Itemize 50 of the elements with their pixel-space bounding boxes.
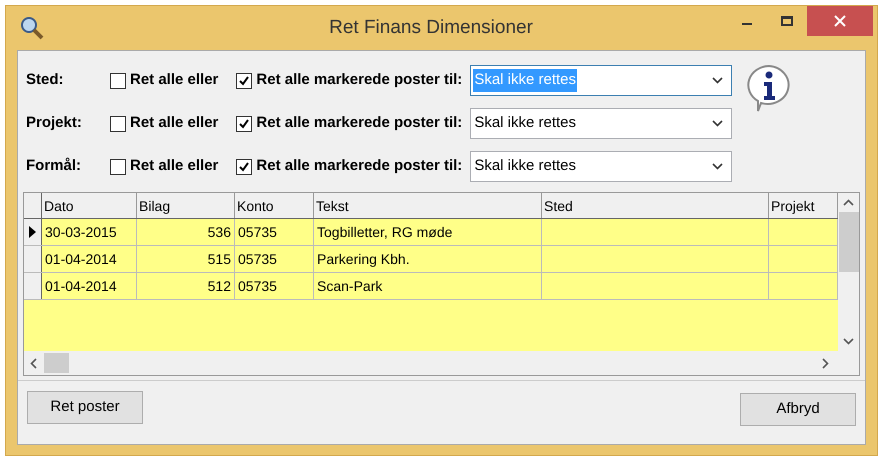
checkbox[interactable]: Ret alle markerede poster til:: [236, 69, 462, 92]
close-button[interactable]: [807, 6, 873, 36]
dropdown[interactable]: Skal ikke rettes: [470, 151, 732, 182]
chevron-down-icon: [712, 163, 724, 170]
ret-poster-button[interactable]: Ret poster: [27, 391, 143, 424]
checkbox[interactable]: Ret alle eller: [110, 69, 218, 92]
table-cell: Scan-Park: [314, 273, 542, 299]
horizontal-scrollbar[interactable]: [24, 351, 859, 375]
dropdown[interactable]: Skal ikke rettes: [470, 108, 732, 139]
table-cell: 512: [137, 273, 235, 299]
chevron-left-icon: [30, 358, 37, 368]
table-cell: 01-04-2014: [42, 273, 137, 299]
column-header[interactable]: Dato: [42, 193, 137, 218]
vertical-scrollbar[interactable]: [838, 193, 859, 351]
table-cell: 05735: [235, 273, 314, 299]
table-cell: 536: [137, 219, 235, 245]
table-cell: Parkering Kbh.: [314, 246, 542, 272]
column-header[interactable]: Sted: [542, 193, 769, 218]
window-title: Ret Finans Dimensioner: [328, 16, 534, 40]
chevron-up-icon: [843, 199, 854, 206]
table-cell: 30-03-2015: [42, 219, 137, 245]
check-icon: [238, 118, 250, 130]
chevron-down-icon: [712, 77, 724, 84]
close-icon: [834, 15, 846, 27]
column-header[interactable]: Tekst: [314, 193, 542, 218]
cancel-button[interactable]: Afbryd: [740, 393, 856, 426]
table-cell: 515: [137, 246, 235, 272]
scrollbar-thumb[interactable]: [44, 353, 69, 373]
dimension-label: Sted:: [26, 70, 64, 90]
column-header[interactable]: Bilag: [137, 193, 235, 218]
row-indicator[interactable]: [24, 219, 42, 245]
column-header[interactable]: Konto: [235, 193, 314, 218]
check-icon: [238, 160, 250, 172]
chevron-right-icon: [822, 358, 829, 368]
magnifier-icon: [19, 15, 45, 41]
table-cell: 05735: [235, 246, 314, 272]
chevron-down-icon: [843, 338, 854, 345]
checkbox[interactable]: Ret alle markerede poster til:: [236, 155, 462, 178]
chevron-down-icon: [712, 120, 724, 127]
dimension-label: Formål:: [26, 156, 82, 176]
scrollbar-thumb[interactable]: [838, 212, 858, 272]
check-icon: [238, 74, 250, 86]
dimension-label: Projekt:: [26, 113, 83, 134]
table-cell: 05735: [235, 219, 314, 245]
table-cell: 01-04-2014: [42, 246, 137, 272]
current-row-icon: [29, 226, 36, 238]
checkbox[interactable]: Ret alle markerede poster til:: [236, 112, 462, 135]
checkbox[interactable]: Ret alle eller: [110, 112, 218, 135]
checkbox[interactable]: Ret alle eller: [110, 155, 218, 178]
table-cell: Togbilletter, RG møde: [314, 219, 542, 245]
